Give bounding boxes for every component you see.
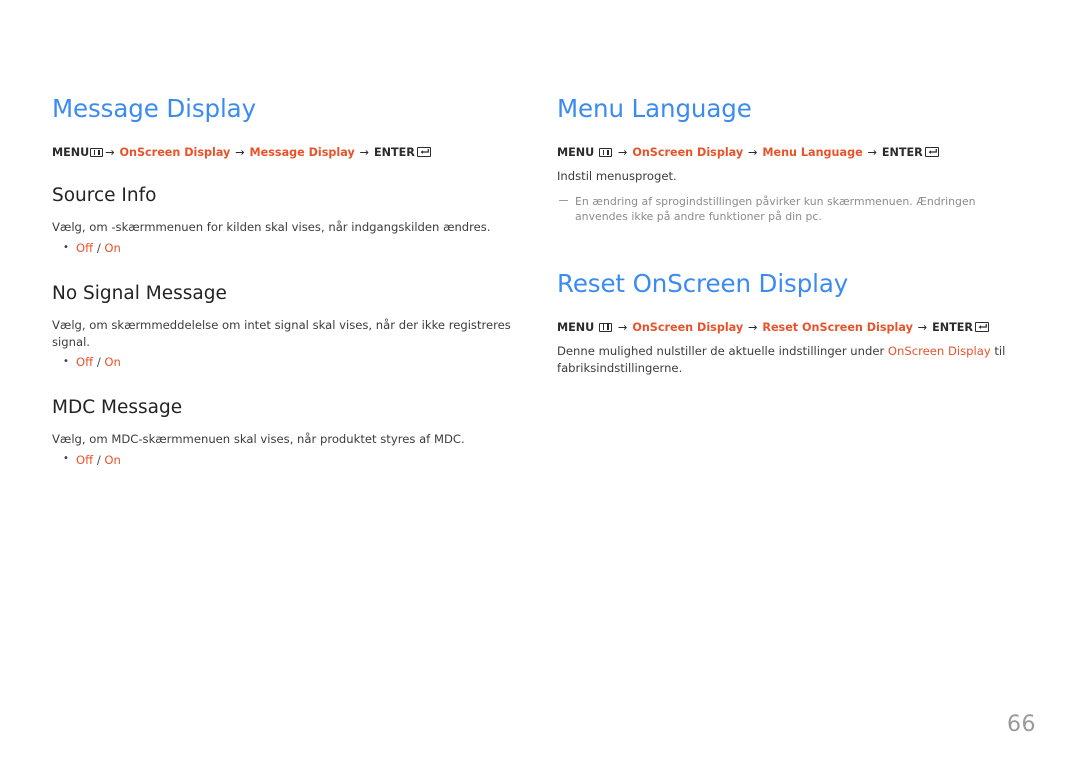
subsection-description-mdc-message: Vælg, om MDC-skærmmenuen skal vises, når…	[52, 432, 465, 447]
list-item: Off / On	[63, 354, 514, 371]
breadcrumb-arrow: →	[748, 145, 758, 159]
option-on[interactable]: On	[104, 241, 120, 255]
subsection-description-source-info: Vælg, om -skærmmenuen for kilden skal vi…	[52, 220, 491, 235]
breadcrumb-enter-label: ENTER	[881, 145, 923, 159]
breadcrumb-menu-label: MENU	[52, 145, 90, 159]
breadcrumb-item-message-display[interactable]: Message Display	[250, 146, 355, 159]
breadcrumb-arrow: →	[359, 145, 370, 159]
note-menu-language: En ændring af sprogindstillingen påvirke…	[557, 194, 1027, 225]
breadcrumb-arrow: →	[235, 145, 245, 159]
subsection-source-info: Source Info Vælg, om -skærmmenuen for ki…	[52, 185, 514, 257]
menu-grid-icon	[599, 322, 613, 332]
breadcrumb-menu-label: MENU	[557, 320, 595, 334]
breadcrumb-menu-label: MENU	[557, 145, 595, 159]
section-reset-onscreen-display: Reset OnScreen Display MENU → OnScreen D…	[557, 268, 1027, 377]
enter-return-icon	[974, 321, 989, 332]
subsection-title-mdc-message: MDC Message	[52, 396, 183, 418]
subsection-title-source-info: Source Info	[52, 185, 157, 207]
description-link-onscreen-display[interactable]: OnScreen Display	[888, 344, 991, 358]
breadcrumb-arrow: →	[618, 320, 628, 334]
subsection-title-no-signal-message: No Signal Message	[52, 282, 227, 304]
section-description-reset-onscreen-display: Denne mulighed nulstiller de aktuelle in…	[557, 343, 1027, 377]
breadcrumb-enter-label: ENTER	[932, 320, 973, 334]
option-off[interactable]: Off	[76, 241, 93, 255]
option-separator: /	[96, 355, 101, 370]
breadcrumb-arrow: →	[917, 320, 928, 334]
breadcrumb-item-onscreen-display[interactable]: OnScreen Display	[632, 146, 743, 159]
description-text-before: Denne mulighed nulstiller de aktuelle in…	[557, 343, 888, 358]
manual-page: Message Display MENU → OnScreen Display →…	[0, 0, 1080, 763]
section-description-menu-language: Indstil menusproget.	[557, 169, 677, 184]
page-title-menu-language: Menu Language	[557, 94, 752, 123]
subsection-description-no-signal-message: Vælg, om skærmmeddelelse om intet signal…	[52, 317, 511, 349]
enter-return-icon	[924, 146, 939, 157]
option-separator: /	[96, 452, 101, 467]
list-item: Off / On	[63, 451, 514, 469]
left-column: Message Display MENU → OnScreen Display →…	[52, 94, 514, 469]
option-on[interactable]: On	[104, 355, 120, 369]
breadcrumb-enter-label: ENTER	[373, 145, 415, 159]
subsection-no-signal-message: No Signal Message Vælg, om skærmmeddelel…	[52, 283, 514, 372]
option-list-no-signal-message: Off / On	[52, 354, 514, 371]
option-list-source-info: Off / On	[52, 240, 514, 257]
option-on[interactable]: On	[104, 453, 120, 467]
subsection-mdc-message: MDC Message Vælg, om MDC-skærmmenuen ska…	[52, 397, 514, 469]
option-off[interactable]: Off	[76, 453, 93, 467]
menu-grid-icon	[599, 147, 613, 157]
option-list-mdc-message: Off / On	[52, 451, 514, 469]
option-off[interactable]: Off	[76, 355, 93, 369]
breadcrumb-arrow: →	[105, 145, 115, 159]
breadcrumb-item-onscreen-display[interactable]: OnScreen Display	[632, 321, 743, 334]
breadcrumb-menu-language: MENU → OnScreen Display → Menu Language …	[557, 145, 1027, 160]
page-number: 66	[1007, 712, 1036, 737]
enter-return-icon	[416, 146, 431, 157]
breadcrumb-arrow: →	[867, 145, 877, 159]
breadcrumb-reset-onscreen-display: MENU → OnScreen Display → Reset OnScreen…	[557, 320, 1027, 335]
breadcrumb-arrow: →	[748, 320, 758, 334]
breadcrumb-item-onscreen-display[interactable]: OnScreen Display	[120, 146, 231, 159]
list-item: Off / On	[63, 240, 514, 257]
breadcrumb-arrow: →	[618, 145, 628, 159]
right-column: Menu Language MENU → OnScreen Display → …	[557, 94, 1027, 378]
breadcrumb-item-reset-onscreen-display[interactable]: Reset OnScreen Display	[762, 321, 913, 334]
breadcrumb-message-display: MENU → OnScreen Display → Message Display…	[52, 145, 514, 160]
breadcrumb-item-menu-language[interactable]: Menu Language	[762, 146, 862, 159]
menu-grid-icon	[90, 147, 104, 157]
section-menu-language: Menu Language MENU → OnScreen Display → …	[557, 94, 1027, 225]
page-title-message-display: Message Display	[52, 94, 256, 123]
page-title-reset-onscreen-display: Reset OnScreen Display	[557, 268, 849, 298]
option-separator: /	[96, 241, 101, 256]
